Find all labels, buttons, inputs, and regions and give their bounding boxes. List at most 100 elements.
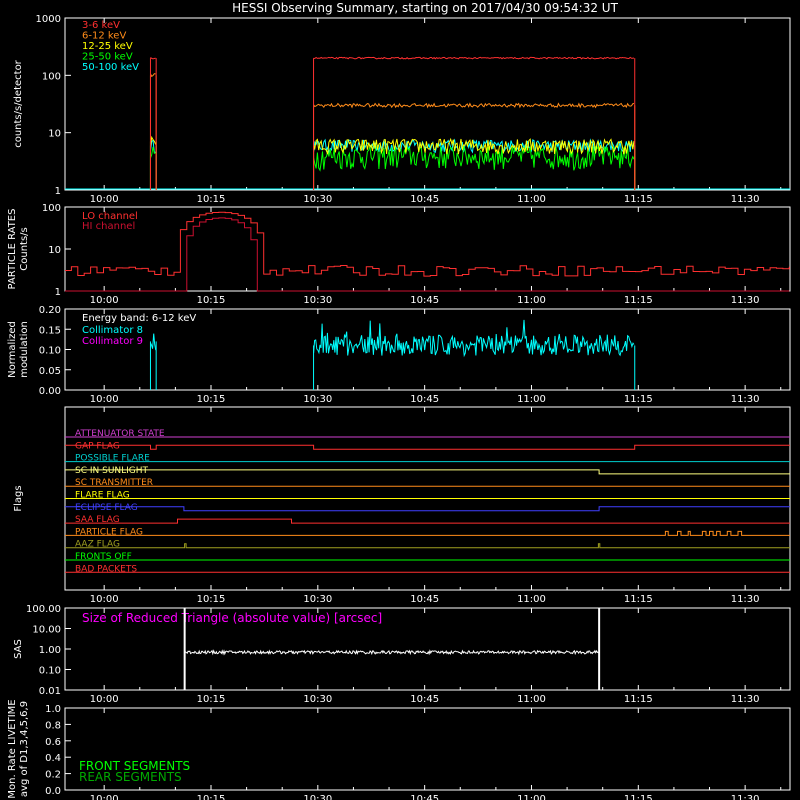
time-tick-label: 11:00 <box>517 594 546 605</box>
time-tick-label: 11:00 <box>517 694 546 705</box>
time-tick-label: 10:30 <box>303 394 332 405</box>
y-tick-label: 0.15 <box>39 325 61 336</box>
time-tick-label: 11:15 <box>624 694 653 705</box>
y-tick-label: 0.20 <box>39 305 61 316</box>
flag-label: FLARE FLAG <box>75 491 130 501</box>
time-tick-label: 10:45 <box>410 694 439 705</box>
time-tick-label: 10:15 <box>197 594 226 605</box>
time-tick-label: 11:30 <box>731 394 760 405</box>
y-tick-label: 1.00 <box>39 645 61 656</box>
time-tick-label: 10:30 <box>303 794 332 800</box>
y-tick-label: 10.00 <box>32 625 61 636</box>
figure-background <box>0 0 800 800</box>
y-tick-label: 1000 <box>36 14 61 25</box>
time-tick-label: 11:30 <box>731 694 760 705</box>
flag-label: POSSIBLE FLARE <box>75 454 150 464</box>
time-tick-label: 10:45 <box>410 594 439 605</box>
y-tick-label: 10 <box>48 245 61 256</box>
time-tick-label: 10:00 <box>90 694 119 705</box>
legend-entry: Collimator 8 <box>82 325 143 336</box>
time-tick-label: 10:30 <box>303 194 332 205</box>
flag-label: SAA FLAG <box>75 515 120 525</box>
y-tick-label: 10 <box>48 129 61 140</box>
flag-label: AAZ FLAG <box>75 540 120 550</box>
flag-label: ATTENUATOR STATE <box>75 429 165 439</box>
y-tick-label: 100 <box>42 71 61 82</box>
time-tick-label: 11:00 <box>517 194 546 205</box>
y-tick-label: 100.00 <box>26 604 61 615</box>
panel-annotation: Size of Reduced Triangle (absolute value… <box>82 611 382 625</box>
time-tick-label: 10:45 <box>410 394 439 405</box>
legend-entry: REAR SEGMENTS <box>79 770 182 784</box>
legend-entry: Collimator 9 <box>82 336 143 347</box>
time-tick-label: 11:15 <box>624 394 653 405</box>
time-tick-label: 10:45 <box>410 194 439 205</box>
y-tick-label: 0.0 <box>45 786 61 797</box>
time-tick-label: 10:00 <box>90 295 119 306</box>
y-tick-label: 0.10 <box>39 346 61 357</box>
y-axis-label: counts/s/detector <box>13 59 24 147</box>
figure-title: HESSI Observing Summary, starting on 201… <box>232 1 618 15</box>
y-tick-label: 0.4 <box>45 753 61 764</box>
time-tick-label: 10:30 <box>303 295 332 306</box>
time-tick-label: 11:00 <box>517 794 546 800</box>
flag-label: GAP FLAG <box>75 441 120 451</box>
flag-label: BAD PACKETS <box>75 564 137 574</box>
time-tick-label: 10:00 <box>90 394 119 405</box>
legend-entry: 3-6 keV <box>82 20 120 31</box>
time-tick-label: 11:30 <box>731 594 760 605</box>
y-tick-label: 1 <box>55 186 61 197</box>
y-axis-label: avg of D1,3,4,5,6,9 <box>19 701 30 797</box>
y-axis-label: Counts/s <box>19 227 30 271</box>
legend-entry: 50-100 keV <box>82 62 139 73</box>
y-tick-label: 0.10 <box>39 666 61 677</box>
time-tick-label: 10:15 <box>197 794 226 800</box>
flag-label: SC TRANSMITTER <box>75 478 153 488</box>
panel-annotation: Energy band: 6-12 keV <box>82 313 196 324</box>
legend-entry: 6-12 keV <box>82 31 126 42</box>
y-axis-label: PARTICLE RATES <box>7 209 18 290</box>
flag-label: FRONTS OFF <box>75 552 132 562</box>
time-tick-label: 10:45 <box>410 794 439 800</box>
legend-entry: 25-50 keV <box>82 52 133 63</box>
time-tick-label: 11:30 <box>731 794 760 800</box>
time-tick-label: 10:15 <box>197 394 226 405</box>
time-tick-label: 10:00 <box>90 794 119 800</box>
time-tick-label: 11:00 <box>517 394 546 405</box>
y-tick-label: 1.0 <box>45 704 61 715</box>
y-axis-label: modulation <box>19 321 30 378</box>
time-tick-label: 10:00 <box>90 594 119 605</box>
time-tick-label: 11:30 <box>731 194 760 205</box>
flag-label: SC IN SUNLIGHT <box>75 466 149 476</box>
y-tick-label: 0.05 <box>39 366 61 377</box>
y-tick-label: 0.2 <box>45 770 61 781</box>
y-axis-label: Mon. Rate LIVETIME <box>7 699 18 798</box>
y-tick-label: 0.8 <box>45 720 61 731</box>
y-tick-label: 1 <box>55 287 61 298</box>
legend-entry: HI channel <box>82 221 135 232</box>
time-tick-label: 10:15 <box>197 694 226 705</box>
time-tick-label: 11:15 <box>624 794 653 800</box>
time-tick-label: 10:00 <box>90 194 119 205</box>
time-tick-label: 11:15 <box>624 194 653 205</box>
flag-label: ECLIPSE FLAG <box>75 503 138 513</box>
y-axis-label: Normalized <box>7 321 18 378</box>
y-tick-label: 0.01 <box>39 686 61 697</box>
y-tick-label: 0.6 <box>45 737 61 748</box>
time-tick-label: 10:45 <box>410 295 439 306</box>
y-axis-label: Flags <box>13 485 24 511</box>
time-tick-label: 10:15 <box>197 194 226 205</box>
y-axis-label: SAS <box>13 639 24 659</box>
flag-label: PARTICLE FLAG <box>75 527 143 537</box>
time-tick-label: 11:30 <box>731 295 760 306</box>
legend-entry: 12-25 keV <box>82 41 133 52</box>
time-tick-label: 11:00 <box>517 295 546 306</box>
y-tick-label: 0.00 <box>39 386 61 397</box>
time-tick-label: 11:15 <box>624 295 653 306</box>
time-tick-label: 11:15 <box>624 594 653 605</box>
y-tick-label: 100 <box>42 203 61 214</box>
time-tick-label: 10:30 <box>303 694 332 705</box>
hessi-summary-figure: HESSI Observing Summary, starting on 201… <box>0 0 800 800</box>
time-tick-label: 10:15 <box>197 295 226 306</box>
time-tick-label: 10:30 <box>303 594 332 605</box>
